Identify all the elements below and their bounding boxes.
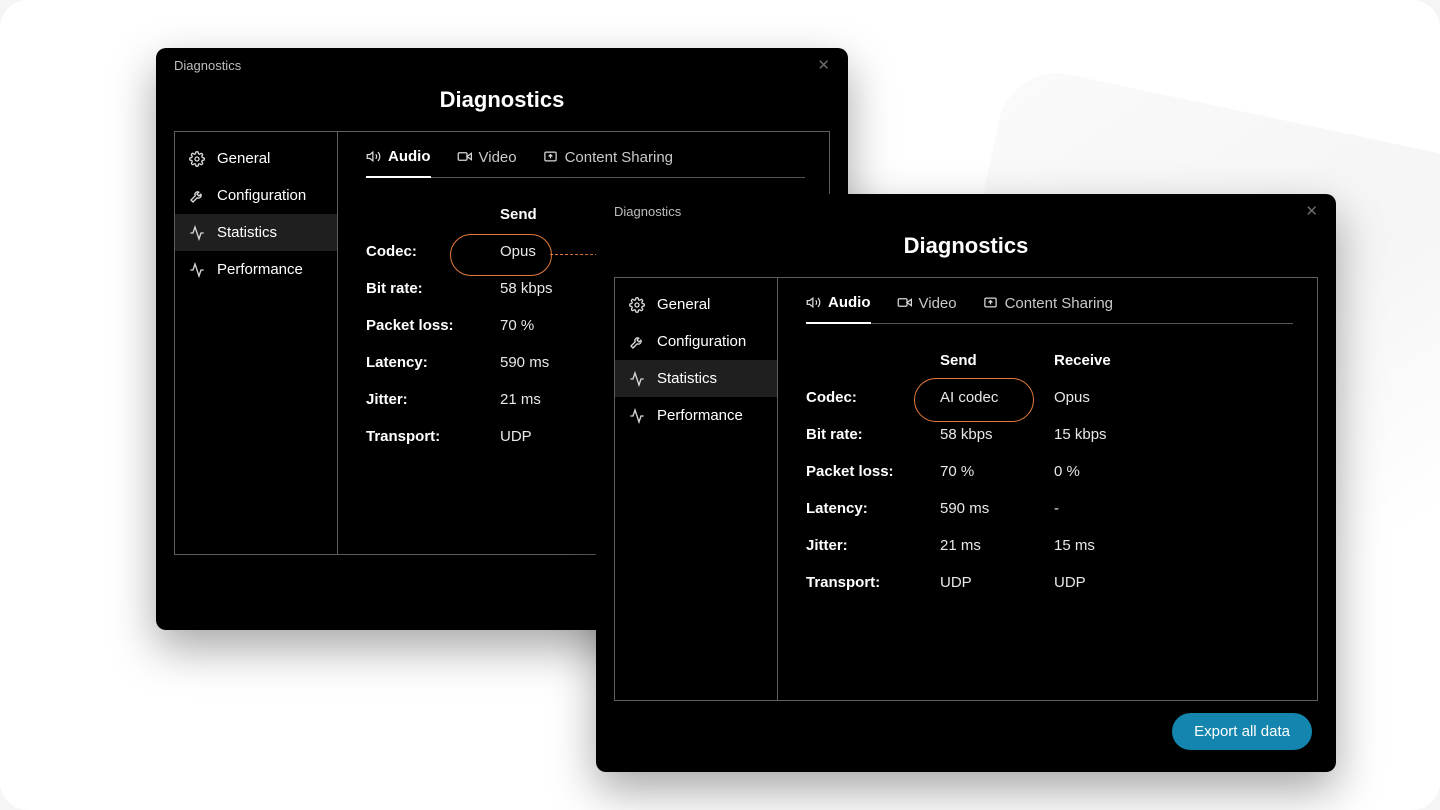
tab-audio[interactable]: Audio xyxy=(366,148,431,178)
stats-label: Codec: xyxy=(366,243,500,260)
diagnostics-window-after: Diagnostics ✕ Diagnostics General Configu… xyxy=(596,194,1336,772)
tabs: Audio Video Content Sharing xyxy=(366,148,805,178)
speaker-icon xyxy=(366,149,382,165)
titlebar-text: Diagnostics xyxy=(174,58,241,73)
tab-video[interactable]: Video xyxy=(457,148,517,177)
sidebar-item-statistics[interactable]: Statistics xyxy=(615,360,777,397)
stats-spacer xyxy=(806,352,940,369)
titlebar: Diagnostics ✕ xyxy=(596,194,1336,219)
tools-icon xyxy=(189,188,205,204)
sidebar-item-label: Statistics xyxy=(217,224,277,241)
video-icon xyxy=(457,149,473,165)
sidebar-item-configuration[interactable]: Configuration xyxy=(615,323,777,360)
tabs: Audio Video Content Sharing xyxy=(806,294,1293,324)
canvas: Diagnostics ✕ Diagnostics General Configu… xyxy=(0,0,1440,810)
stats-label: Transport: xyxy=(806,574,940,591)
stats-label: Jitter: xyxy=(366,391,500,408)
tab-audio[interactable]: Audio xyxy=(806,294,871,324)
stats-label: Latency: xyxy=(366,354,500,371)
stats-value-receive: - xyxy=(1054,500,1168,517)
share-icon xyxy=(983,295,999,311)
tab-label: Content Sharing xyxy=(1005,295,1113,312)
stats-value-receive: 15 ms xyxy=(1054,537,1168,554)
sidebar-item-statistics[interactable]: Statistics xyxy=(175,214,337,251)
stats-value-receive: UDP xyxy=(1054,574,1168,591)
page-title: Diagnostics xyxy=(156,87,848,113)
close-icon[interactable]: ✕ xyxy=(817,58,830,73)
gear-icon xyxy=(189,151,205,167)
tab-label: Content Sharing xyxy=(565,149,673,166)
stats-label: Transport: xyxy=(366,428,500,445)
titlebar: Diagnostics ✕ xyxy=(156,48,848,73)
sidebar-item-label: Statistics xyxy=(657,370,717,387)
sidebar-item-label: Configuration xyxy=(217,187,306,204)
stats-value-send: 21 ms xyxy=(940,537,1054,554)
sidebar-item-performance[interactable]: Performance xyxy=(615,397,777,434)
sidebar-item-label: General xyxy=(217,150,270,167)
stats-label: Latency: xyxy=(806,500,940,517)
stats-value-receive: Opus xyxy=(1054,389,1168,406)
speaker-icon xyxy=(806,295,822,311)
tab-content-sharing[interactable]: Content Sharing xyxy=(983,294,1113,323)
stats-label: Bit rate: xyxy=(806,426,940,443)
titlebar-text: Diagnostics xyxy=(614,204,681,219)
activity-icon xyxy=(189,262,205,278)
stats-value-send: UDP xyxy=(940,574,1054,591)
stats-label: Bit rate: xyxy=(366,280,500,297)
sidebar-item-performance[interactable]: Performance xyxy=(175,251,337,288)
content: Audio Video Content Sharing SendReceive Cod… xyxy=(778,278,1317,700)
page-title: Diagnostics xyxy=(596,233,1336,259)
stats-grid: SendReceive Codec:AI codecOpus Bit rate:58… xyxy=(806,352,1293,591)
stats-value-send: 590 ms xyxy=(940,500,1054,517)
activity-icon xyxy=(629,408,645,424)
close-icon[interactable]: ✕ xyxy=(1305,204,1318,219)
activity-icon xyxy=(189,225,205,241)
share-icon xyxy=(543,149,559,165)
stats-header-receive: Receive xyxy=(1054,352,1168,369)
sidebar-item-label: Configuration xyxy=(657,333,746,350)
sidebar-item-label: General xyxy=(657,296,710,313)
tab-content-sharing[interactable]: Content Sharing xyxy=(543,148,673,177)
tab-label: Video xyxy=(479,149,517,166)
stats-spacer xyxy=(366,206,500,223)
panel: General Configuration Statistics Performanc… xyxy=(614,277,1318,701)
export-all-data-button[interactable]: Export all data xyxy=(1172,713,1312,750)
stats-value-send: 58 kbps xyxy=(940,426,1054,443)
sidebar-item-label: Performance xyxy=(657,407,743,424)
video-icon xyxy=(897,295,913,311)
sidebar-item-general[interactable]: General xyxy=(175,140,337,177)
stats-value-receive: 0 % xyxy=(1054,463,1168,480)
gear-icon xyxy=(629,297,645,313)
tab-label: Video xyxy=(919,295,957,312)
sidebar: General Configuration Statistics Performanc… xyxy=(615,278,778,700)
stats-label: Packet loss: xyxy=(806,463,940,480)
stats-value-send: 70 % xyxy=(940,463,1054,480)
tab-label: Audio xyxy=(828,294,871,311)
tab-label: Audio xyxy=(388,148,431,165)
activity-icon xyxy=(629,371,645,387)
stats-label: Codec: xyxy=(806,389,940,406)
stats-header-send: Send xyxy=(940,352,1054,369)
sidebar-item-configuration[interactable]: Configuration xyxy=(175,177,337,214)
stats-label: Packet loss: xyxy=(366,317,500,334)
stats-value-send: AI codec xyxy=(940,389,1054,406)
tools-icon xyxy=(629,334,645,350)
stats-value-receive: 15 kbps xyxy=(1054,426,1168,443)
sidebar: General Configuration Statistics Performanc… xyxy=(175,132,338,554)
sidebar-item-label: Performance xyxy=(217,261,303,278)
sidebar-item-general[interactable]: General xyxy=(615,286,777,323)
stats-label: Jitter: xyxy=(806,537,940,554)
tab-video[interactable]: Video xyxy=(897,294,957,323)
